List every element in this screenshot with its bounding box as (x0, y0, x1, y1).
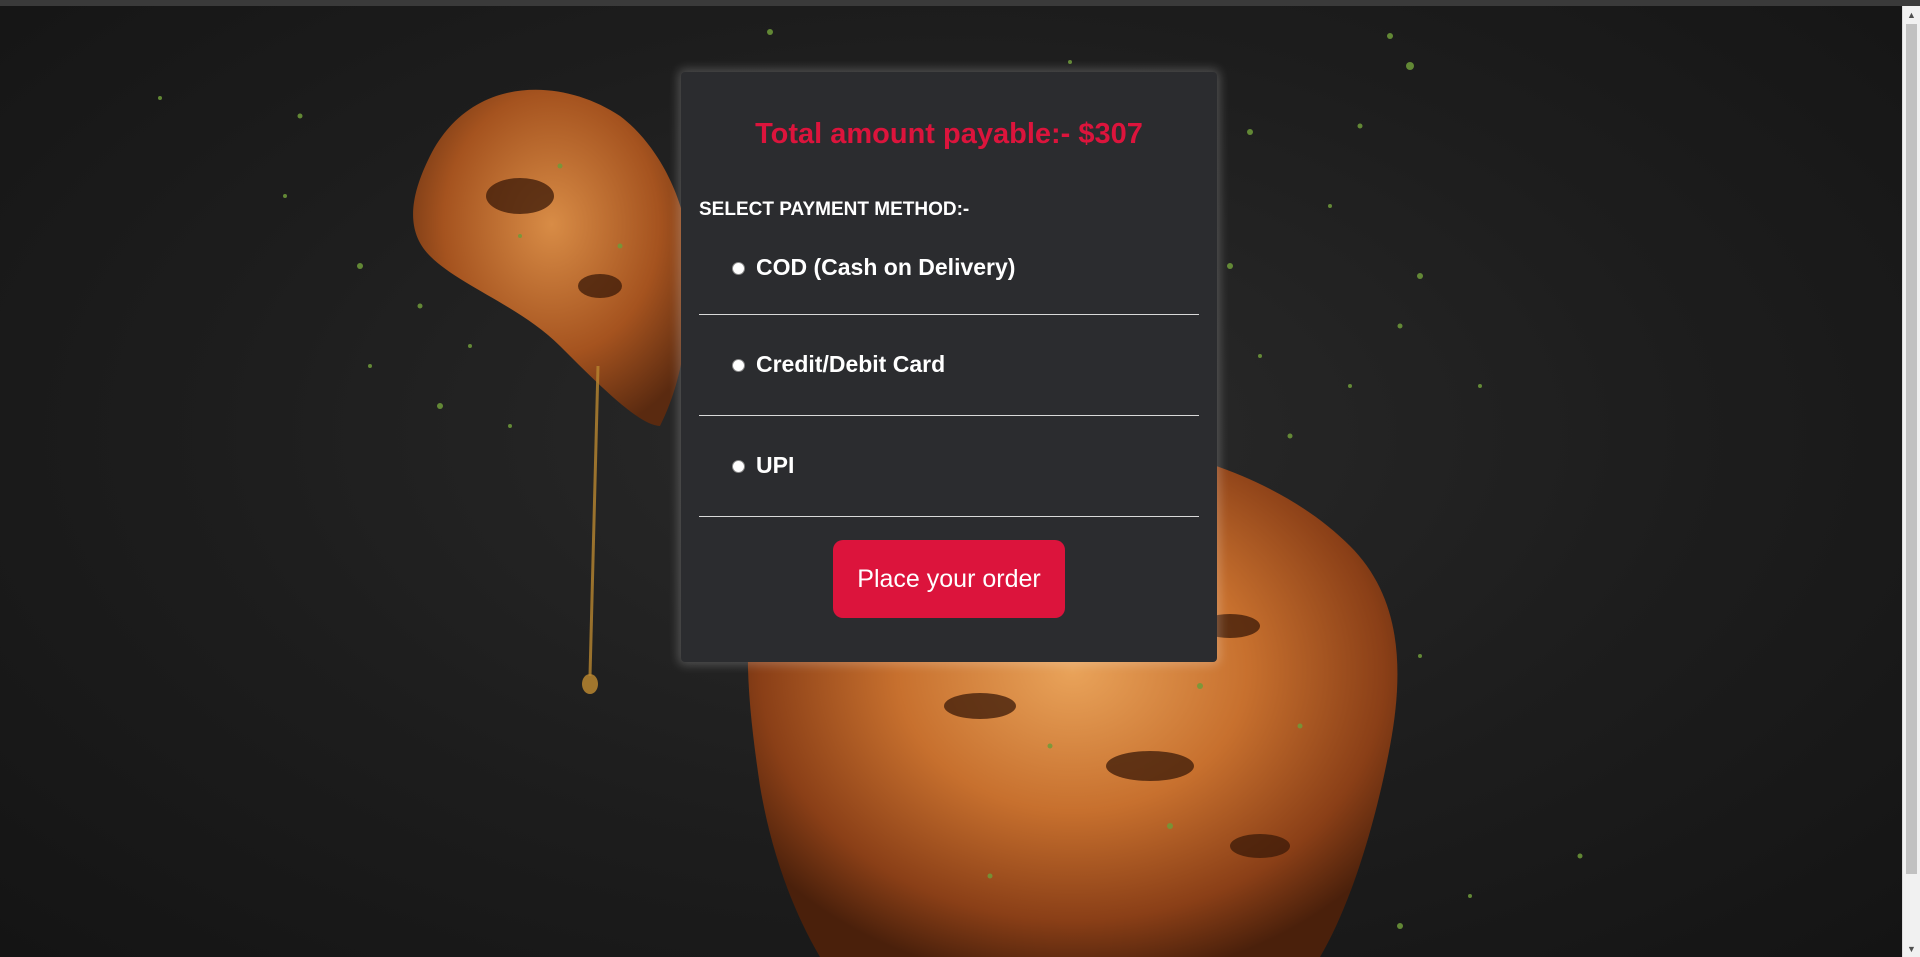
payment-card: Total amount payable:- $307 SELECT PAYME… (681, 72, 1217, 662)
payment-option-label: UPI (756, 451, 795, 478)
order-button-wrapper: Place your order (699, 540, 1199, 618)
radio-cod[interactable] (732, 261, 745, 275)
scroll-thumb[interactable] (1906, 24, 1917, 874)
total-amount: Total amount payable:- $307 (755, 118, 1143, 150)
radio-upi[interactable] (732, 459, 745, 473)
place-order-button[interactable]: Place your order (833, 540, 1065, 618)
payment-option-label: Credit/Debit Card (756, 350, 946, 377)
scroll-up-arrow-icon[interactable]: ▲ (1903, 6, 1920, 23)
payment-option-cod[interactable]: COD (Cash on Delivery) (699, 222, 1199, 315)
vertical-scrollbar[interactable]: ▲ ▼ (1902, 6, 1920, 957)
payment-option-label: COD (Cash on Delivery) (756, 253, 1016, 280)
payment-option-upi[interactable]: UPI (699, 416, 1199, 517)
checkout-page: Total amount payable:- $307 SELECT PAYME… (0, 6, 1902, 957)
payment-method-heading: SELECT PAYMENT METHOD:- (699, 199, 970, 220)
radio-card[interactable] (732, 358, 745, 372)
payment-option-card[interactable]: Credit/Debit Card (699, 315, 1199, 416)
scroll-down-arrow-icon[interactable]: ▼ (1903, 940, 1920, 957)
